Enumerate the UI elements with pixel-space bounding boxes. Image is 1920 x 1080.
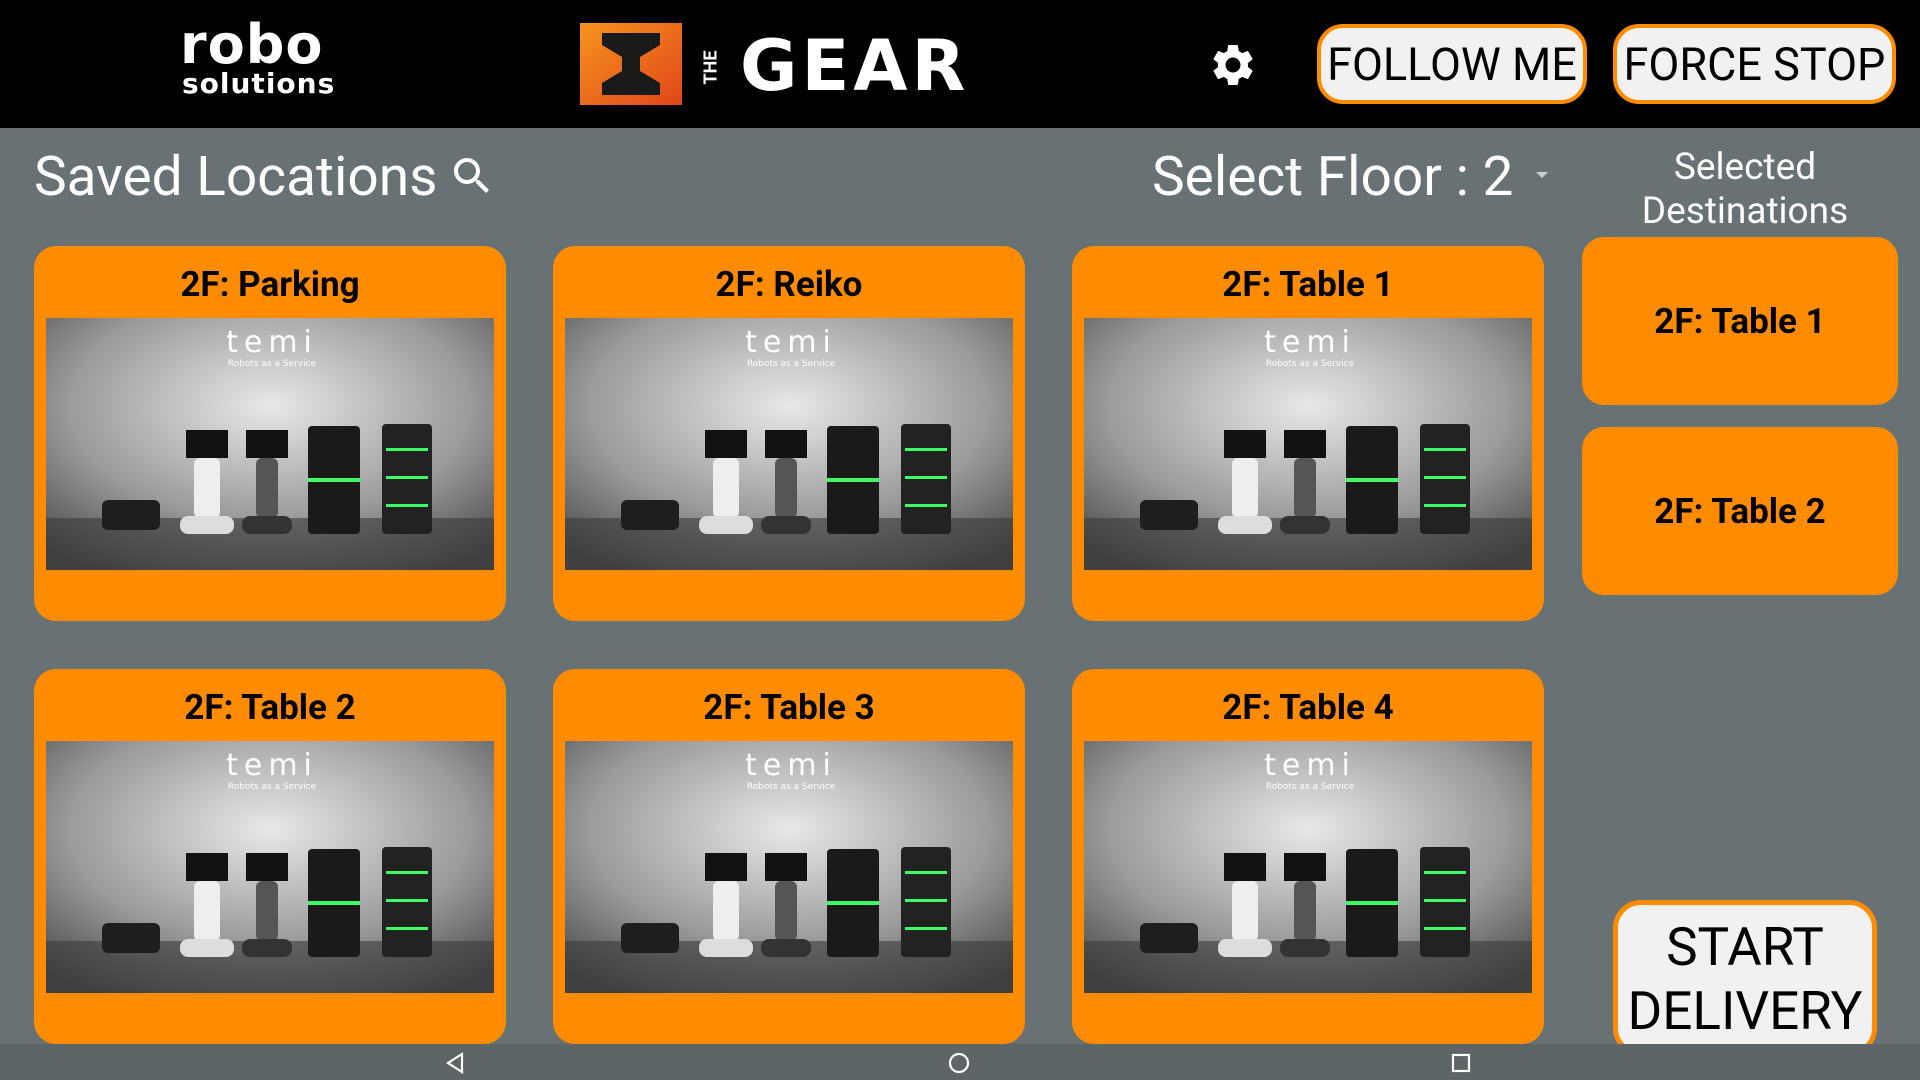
location-card[interactable]: 2F: Parking temi Robots as a Service (34, 246, 506, 621)
image-brand-text: temi (745, 748, 837, 783)
location-card[interactable]: 2F: Table 3 temi Robots as a Service (553, 669, 1025, 1044)
image-brand-text: temi (745, 325, 837, 360)
recents-icon[interactable] (1448, 1050, 1474, 1076)
location-card-label: 2F: Table 1 (1222, 264, 1394, 305)
location-card-label: 2F: Table 3 (703, 687, 875, 728)
selected-destinations-title: Selected Destinations (1641, 146, 1849, 233)
saved-locations-title: Saved Locations (34, 145, 438, 209)
image-brand-text: temi (1264, 748, 1356, 783)
image-caption-text: Robots as a Service (228, 782, 317, 792)
selected-destination-item[interactable]: 2F: Table 2 (1582, 427, 1898, 595)
image-brand-text: temi (226, 748, 318, 783)
robot-lineup-image: temi Robots as a Service (565, 741, 1013, 993)
robot-lineup-image: temi Robots as a Service (46, 741, 494, 993)
robot-lineup-image: temi Robots as a Service (565, 318, 1013, 570)
location-card-label: 2F: Reiko (715, 264, 863, 305)
location-card[interactable]: 2F: Reiko temi Robots as a Service (553, 246, 1025, 621)
location-card[interactable]: 2F: Table 1 temi Robots as a Service (1072, 246, 1544, 621)
robot-lineup-image: temi Robots as a Service (46, 318, 494, 570)
gear-logo-prefix: THE (700, 50, 722, 85)
search-icon[interactable] (448, 152, 496, 200)
image-caption-text: Robots as a Service (747, 359, 836, 369)
location-card[interactable]: 2F: Table 4 temi Robots as a Service (1072, 669, 1544, 1044)
selected-destination-item[interactable]: 2F: Table 1 (1582, 237, 1898, 405)
home-icon[interactable] (946, 1050, 972, 1076)
floor-selector-label: Select Floor : (1152, 145, 1483, 209)
force-stop-button[interactable]: FORCE STOP (1613, 24, 1896, 104)
image-brand-text: temi (1264, 325, 1356, 360)
robo-solutions-logo: robo solutions (180, 18, 355, 100)
gear-logo-word: GEAR (740, 25, 970, 107)
follow-me-button[interactable]: FOLLOW ME (1317, 24, 1587, 104)
dropdown-caret-icon[interactable] (1536, 172, 1548, 178)
image-caption-text: Robots as a Service (1266, 782, 1355, 792)
robo-logo-line2: solutions (182, 67, 336, 100)
location-card-label: 2F: Table 2 (184, 687, 356, 728)
image-caption-text: Robots as a Service (1266, 359, 1355, 369)
image-caption-text: Robots as a Service (228, 359, 317, 369)
floor-selector[interactable]: Select Floor : 2 (1152, 150, 1513, 205)
gear-icon[interactable] (1208, 40, 1258, 90)
robo-logo-line1: robo (180, 13, 324, 76)
image-caption-text: Robots as a Service (747, 782, 836, 792)
back-icon[interactable] (443, 1050, 469, 1076)
location-card-label: 2F: Table 4 (1222, 687, 1394, 728)
gear-logo-mark (580, 23, 682, 105)
robot-lineup-image: temi Robots as a Service (1084, 741, 1532, 993)
location-card[interactable]: 2F: Table 2 temi Robots as a Service (34, 669, 506, 1044)
start-delivery-button[interactable]: START DELIVERY (1613, 900, 1877, 1056)
robot-lineup-image: temi Robots as a Service (1084, 318, 1532, 570)
location-card-label: 2F: Parking (180, 264, 360, 305)
image-brand-text: temi (226, 325, 318, 360)
floor-selector-value: 2 (1482, 145, 1514, 209)
the-gear-logo: THE GEAR (580, 23, 1000, 105)
